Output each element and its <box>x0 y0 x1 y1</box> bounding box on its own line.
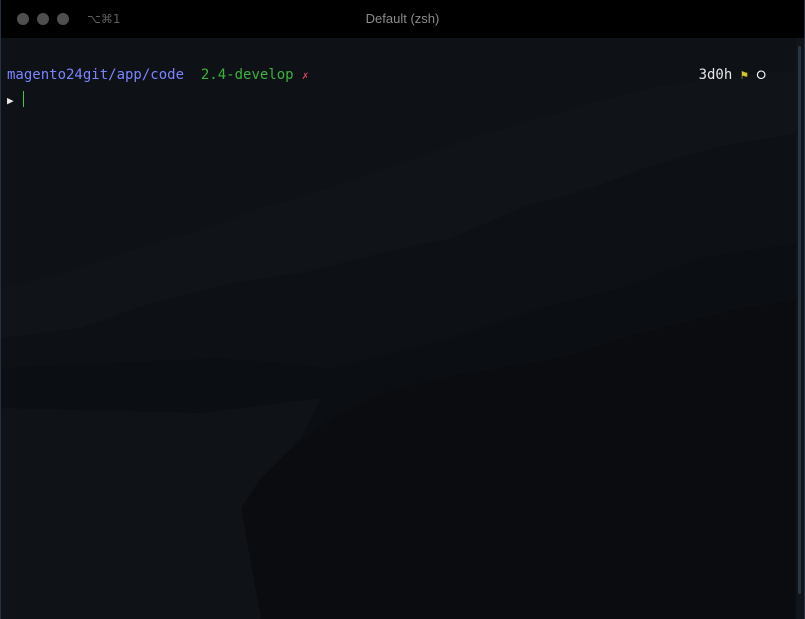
bell-icon: ⭘ <box>756 68 766 82</box>
close-button[interactable] <box>17 13 29 25</box>
window-title: Default (zsh) <box>365 11 440 26</box>
scrollbar[interactable] <box>796 38 804 619</box>
prompt-git-branch: 2.4-develop <box>200 67 294 83</box>
window-controls <box>17 13 77 25</box>
git-dirty-icon: ✗ <box>302 69 309 82</box>
wallpaper-mountain-image <box>1 38 798 619</box>
scrollbar-thumb[interactable] <box>798 46 801 594</box>
flag-icon: ⚑ <box>740 68 748 82</box>
terminal-content[interactable]: magento24git/app/code 2.4-develop ✗ 3d0h… <box>1 38 798 619</box>
prompt-arrow-icon: ▶ <box>7 94 14 107</box>
text-cursor <box>22 91 24 107</box>
title-bar[interactable]: ⌥⌘1 Default (zsh) <box>1 0 804 38</box>
right-prompt: 3d0h ⚑ ⭘ <box>699 66 766 84</box>
terminal-window: ⌥⌘1 Default (zsh) magento24git/app/code … <box>0 0 805 619</box>
prompt-line: magento24git/app/code 2.4-develop ✗ <box>7 66 309 84</box>
elapsed-time: 3d0h <box>698 67 733 83</box>
input-line[interactable]: ▶ <box>7 91 24 109</box>
tab-shortcut-label: ⌥⌘1 <box>87 12 121 26</box>
prompt-path: magento24git/app/code <box>7 67 185 83</box>
minimize-button[interactable] <box>37 13 49 25</box>
zoom-button[interactable] <box>57 13 69 25</box>
